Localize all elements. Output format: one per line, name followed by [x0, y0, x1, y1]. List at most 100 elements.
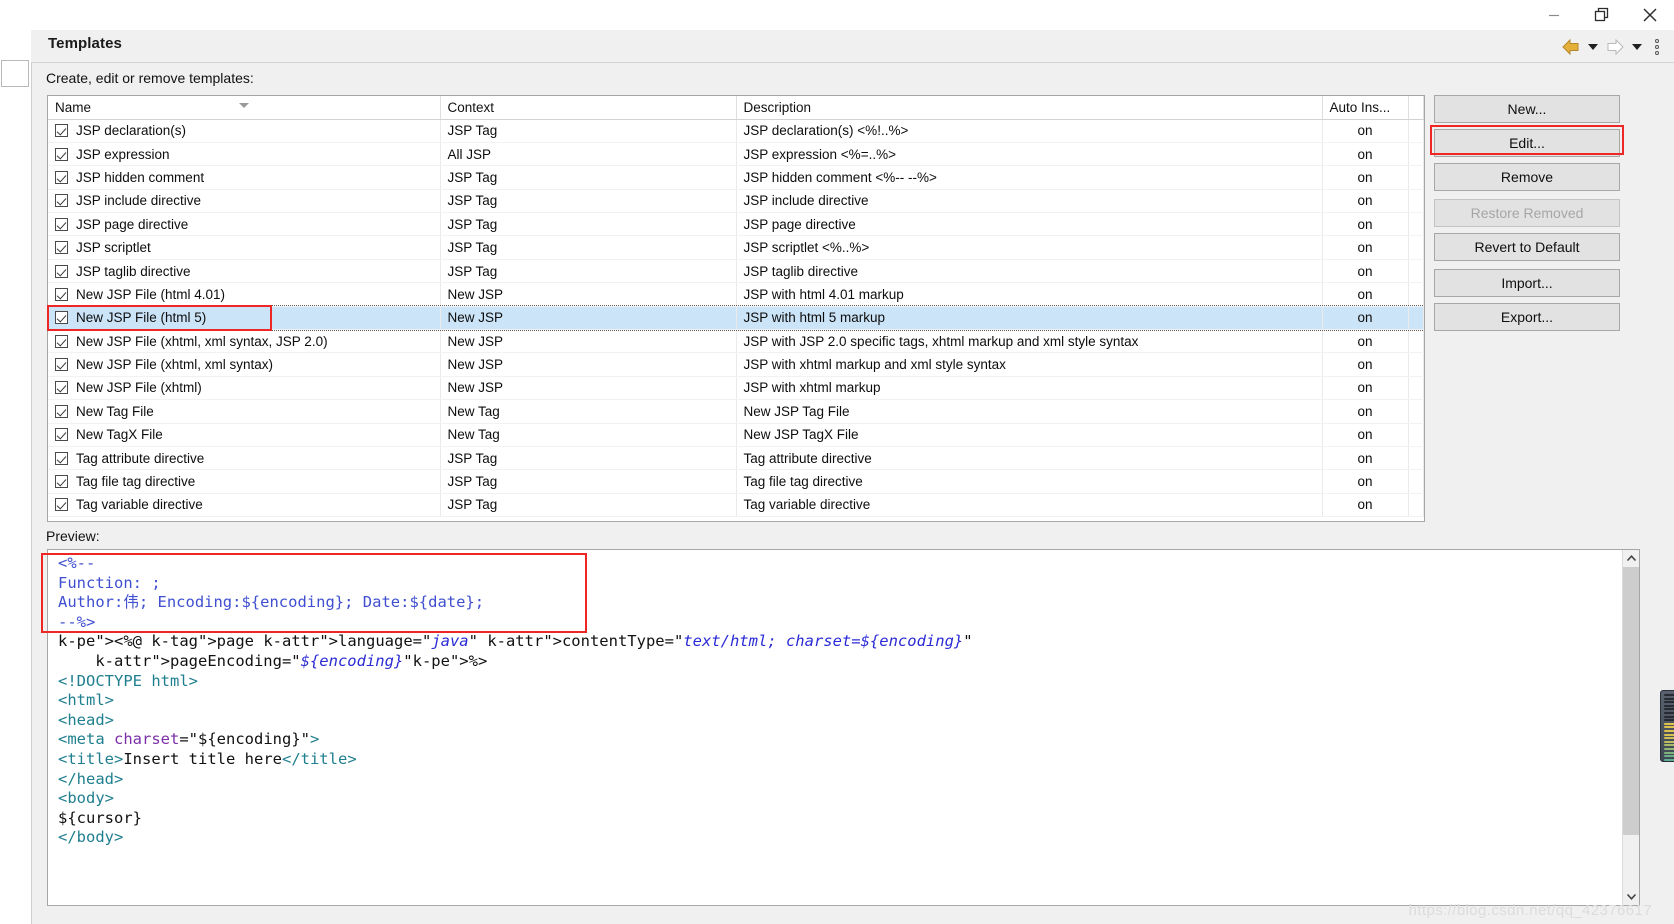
cell-name: JSP include directive [48, 189, 441, 214]
minimize-icon[interactable] [1530, 0, 1578, 30]
table-row[interactable]: New JSP File (xhtml) New JSP JSP with xhtm… [48, 376, 1424, 401]
cell-spacer [1408, 235, 1424, 260]
code-line: Author:伟; Encoding:${encoding}; Date:${d… [58, 593, 485, 612]
cell-context: JSP Tag [440, 165, 737, 190]
new-button[interactable]: New... [1434, 95, 1620, 123]
cell-description: JSP with html 4.01 markup [736, 282, 1323, 307]
table-row[interactable]: JSP declaration(s) JSP Tag JSP declaration… [48, 119, 1424, 143]
audio-level-indicator-icon [1660, 690, 1674, 762]
table-row[interactable]: Tag variable directive JSP Tag Tag variabl… [48, 493, 1424, 518]
cell-description: New JSP TagX File [736, 423, 1323, 447]
cell-auto-insert: on [1322, 446, 1409, 471]
tree-stub-box [1, 60, 29, 87]
table-row[interactable]: Tag file tag directive JSP Tag Tag file ta… [48, 469, 1424, 494]
template-name-label: New JSP File (xhtml) [76, 380, 202, 396]
left-gutter [0, 30, 30, 924]
scrollbar-thumb[interactable] [1623, 567, 1639, 835]
cell-context: New JSP [440, 352, 737, 377]
cell-name: New JSP File (html 4.01) [48, 282, 441, 307]
template-name-label: Tag file tag directive [76, 474, 196, 490]
preview-code-area[interactable]: <%-- Function: ; Author:伟; Encoding:${enco… [47, 549, 1640, 906]
remove-button[interactable]: Remove [1434, 163, 1620, 191]
row-checkbox[interactable] [55, 264, 68, 278]
back-dropdown-caret-icon[interactable] [1588, 44, 1598, 50]
cell-name: JSP taglib directive [48, 259, 441, 284]
restore-icon[interactable] [1578, 0, 1626, 30]
code-line: --%> [58, 612, 96, 631]
forward-arrow-icon[interactable] [1605, 38, 1625, 56]
table-row[interactable]: Tag attribute directive JSP Tag Tag attrib… [48, 446, 1424, 471]
cell-description: JSP hidden comment <%-- --%> [736, 165, 1323, 190]
table-row[interactable]: New JSP File (html 4.01) New JSP JSP with … [48, 282, 1424, 307]
cell-context: JSP Tag [440, 235, 737, 260]
column-header-description[interactable]: Description [736, 96, 1323, 120]
cell-spacer [1408, 165, 1424, 190]
row-checkbox[interactable] [55, 147, 68, 161]
row-checkbox[interactable] [55, 194, 68, 208]
cell-context: JSP Tag [440, 119, 737, 143]
cell-name: Tag variable directive [48, 493, 441, 518]
cell-spacer [1408, 423, 1424, 447]
template-name-label: New TagX File [76, 427, 163, 443]
cell-spacer [1408, 189, 1424, 214]
cell-description: JSP taglib directive [736, 259, 1323, 284]
preview-scrollbar[interactable] [1622, 550, 1639, 905]
table-row[interactable]: New JSP File (xhtml, xml syntax, JSP 2.0… [48, 329, 1424, 354]
templates-action-buttons: New... Edit... Remove Restore Removed Re… [1434, 95, 1620, 337]
back-arrow-icon[interactable] [1561, 38, 1581, 56]
cell-name: New JSP File (xhtml) [48, 376, 441, 401]
code-line: <html> [58, 691, 115, 710]
import-button[interactable]: Import... [1434, 269, 1620, 297]
row-checkbox[interactable] [55, 334, 68, 348]
cell-context: New JSP [440, 376, 737, 401]
cell-auto-insert: on [1322, 329, 1409, 354]
table-row[interactable]: New JSP File (xhtml, xml syntax) New JSP J… [48, 352, 1424, 377]
table-row[interactable]: JSP taglib directive JSP Tag JSP taglib di… [48, 259, 1424, 284]
table-row[interactable]: JSP expression All JSP JSP expression <%=.… [48, 142, 1424, 167]
column-header-auto-insert[interactable]: Auto Ins... [1322, 96, 1409, 120]
code-line: Function: ; [58, 573, 161, 592]
row-checkbox[interactable] [55, 451, 68, 465]
cell-auto-insert: on [1322, 306, 1409, 331]
table-row[interactable]: New Tag File New Tag New JSP Tag File on [48, 399, 1424, 424]
template-name-label: New JSP File (html 5) [76, 310, 207, 326]
row-checkbox[interactable] [55, 241, 68, 255]
templates-table[interactable]: Name Context Description Auto Ins... JSP… [47, 95, 1425, 522]
cell-context: New JSP [440, 282, 737, 307]
table-row[interactable]: JSP include directive JSP Tag JSP include … [48, 189, 1424, 214]
cell-context: JSP Tag [440, 446, 737, 471]
table-row[interactable]: JSP hidden comment JSP Tag JSP hidden comm… [48, 165, 1424, 190]
row-checkbox[interactable] [55, 404, 68, 418]
row-checkbox[interactable] [55, 381, 68, 395]
table-row[interactable]: JSP scriptlet JSP Tag JSP scriptlet <%..%>… [48, 235, 1424, 260]
row-checkbox[interactable] [55, 124, 68, 138]
cell-context: New Tag [440, 399, 737, 424]
row-checkbox[interactable] [55, 217, 68, 231]
scrollbar-track[interactable] [1623, 567, 1639, 888]
row-checkbox[interactable] [55, 428, 68, 442]
edit-button[interactable]: Edit... [1434, 129, 1620, 157]
view-menu-icon[interactable] [1649, 39, 1664, 55]
row-checkbox[interactable] [55, 170, 68, 184]
table-row[interactable]: New TagX File New Tag New JSP TagX File on [48, 423, 1424, 447]
table-row[interactable]: JSP page directive JSP Tag JSP page direct… [48, 212, 1424, 237]
row-checkbox[interactable] [55, 498, 68, 512]
cell-name: New Tag File [48, 399, 441, 424]
row-checkbox[interactable] [55, 358, 68, 372]
code-line: <meta charset="${encoding}"> [58, 730, 320, 749]
cell-spacer [1408, 119, 1424, 143]
row-checkbox[interactable] [55, 475, 68, 489]
revert-to-default-button[interactable]: Revert to Default [1434, 233, 1620, 261]
cell-name: JSP scriptlet [48, 235, 441, 260]
row-checkbox[interactable] [55, 287, 68, 301]
cell-spacer [1408, 329, 1424, 354]
column-header-name[interactable]: Name [48, 96, 441, 120]
row-checkbox[interactable] [55, 311, 68, 325]
scroll-up-icon[interactable] [1623, 550, 1639, 567]
template-name-label: Tag variable directive [76, 497, 203, 513]
close-icon[interactable] [1626, 0, 1674, 30]
export-button[interactable]: Export... [1434, 303, 1620, 331]
forward-dropdown-caret-icon[interactable] [1632, 44, 1642, 50]
table-row[interactable]: New JSP File (html 5) New JSP JSP with htm… [48, 305, 1424, 331]
column-header-context[interactable]: Context [440, 96, 737, 120]
